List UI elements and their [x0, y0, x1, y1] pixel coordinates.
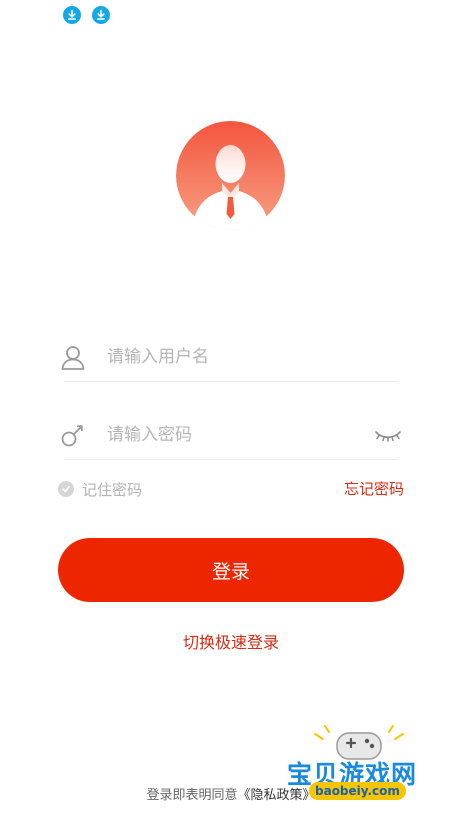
password-input[interactable] [107, 420, 367, 450]
download-icon [92, 6, 110, 24]
divider [64, 459, 398, 460]
watermark-url: baobeiy.com [309, 782, 406, 800]
forgot-password-link[interactable]: 忘记密码 [344, 478, 404, 499]
username-field [60, 334, 402, 382]
watermark-logo: 宝贝游戏网 baobeiy.com [285, 725, 435, 805]
user-avatar-icon [176, 121, 285, 230]
checkbox-icon[interactable] [58, 481, 74, 497]
password-field [60, 412, 402, 460]
username-input[interactable] [107, 342, 367, 372]
agreement-prefix: 登录即表明同意 [146, 788, 238, 803]
remember-password-toggle[interactable]: 记住密码 [58, 478, 142, 500]
login-button[interactable]: 登录 [58, 538, 404, 602]
download-icon [63, 6, 81, 24]
divider [64, 381, 398, 382]
switch-fast-login-link[interactable]: 切换极速登录 [0, 629, 462, 653]
eye-closed-icon[interactable] [374, 426, 402, 446]
user-icon [60, 344, 86, 370]
remember-password-label: 记住密码 [82, 480, 143, 499]
key-icon [60, 422, 86, 448]
